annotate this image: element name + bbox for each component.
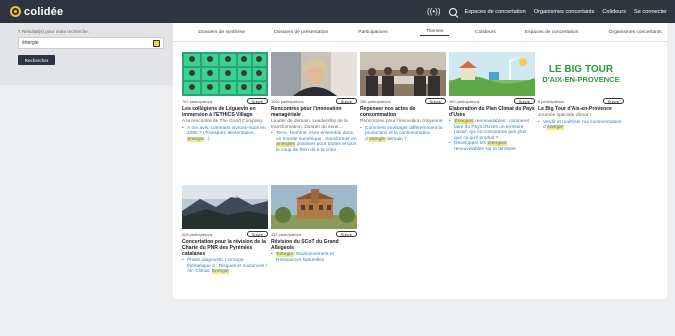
card-image-old-building [271, 185, 357, 229]
theme-card[interactable]: 286 participations Suivre Repenser nos ac… [360, 52, 446, 142]
tab-espaces[interactable]: Espaces de concertation [518, 30, 585, 35]
card-title[interactable]: Elaboration du Plan Climat du Pays d'Uzè… [449, 106, 535, 118]
search-value: énergie [22, 40, 39, 46]
theme-card[interactable]: 460 participations Suivre Elaboration du … [449, 52, 535, 153]
brand-name: colidée [24, 5, 64, 18]
broadcast-icon[interactable]: ((•)) [427, 7, 440, 16]
topic-link[interactable]: Énergies renouvelables : comment faire d… [449, 119, 535, 141]
tab-themes[interactable]: Themes [420, 29, 449, 36]
nav-colideurs[interactable]: Colideurs [602, 9, 626, 15]
search-highlight: Énergie [211, 269, 230, 275]
theme-card[interactable]: 608 participations Suivre Concertation po… [182, 185, 268, 275]
participation-count: 608 participations [182, 231, 213, 237]
follow-button[interactable]: Suivre [513, 98, 535, 104]
participation-count: 8 participations [538, 98, 565, 104]
search-highlight: énergies [487, 141, 507, 147]
top-bar: colidée ((•)) Espaces de concertation Or… [0, 0, 675, 23]
follow-button[interactable]: Suivre [424, 98, 446, 104]
search-highlight: énergie [546, 125, 564, 131]
nav-login[interactable]: Se connecter [634, 9, 667, 15]
topic-link[interactable]: Terre, Homme, vivre ensemble dans un mon… [271, 131, 357, 153]
follow-button[interactable]: Suivre [246, 98, 268, 104]
topic-link[interactable]: Verdir et maîtriser ma consommation d'én… [538, 120, 624, 131]
top-nav: ((•)) Espaces de concertation Organismes… [427, 7, 667, 16]
participation-count: 1060 participations [271, 98, 304, 104]
search-input[interactable]: énergie [18, 37, 164, 49]
participation-count: 332 participations [271, 231, 302, 237]
card-title[interactable]: Repenser nos actes de consommation [360, 106, 446, 118]
follow-button[interactable]: Suivre [335, 231, 357, 237]
nav-espaces[interactable]: Espaces de concertation [465, 9, 526, 15]
card-topics: Comment envisager différemment la produc… [360, 126, 446, 143]
search-highlight: Énergies [454, 119, 474, 124]
clear-search-icon[interactable] [153, 39, 160, 47]
card-topics: Phase diagnostic / Groupe thématique 3 :… [182, 258, 268, 275]
card-topics: Énergie, Environnement et Ressources Nat… [271, 252, 357, 263]
participation-count: 460 participations [449, 98, 480, 104]
card-subtitle: Journée spéciale climat ! [538, 113, 591, 118]
card-title[interactable]: Concertation pour la révision de la Char… [182, 239, 268, 257]
search-highlight: énergie [368, 136, 386, 142]
topic-link[interactable]: Phase diagnostic / Groupe thématique 3 :… [182, 258, 268, 275]
logo-icon [10, 6, 21, 17]
tab-colideurs[interactable]: Colideurs [471, 30, 500, 35]
participation-count: 286 participations [360, 98, 391, 104]
search-highlight: énergies [276, 142, 296, 148]
follow-button[interactable]: Suivre [335, 98, 357, 104]
card-image-meeting [360, 52, 446, 96]
nav-organismes[interactable]: Organismes concertants [534, 9, 595, 15]
follow-button[interactable]: Suivre [602, 98, 624, 104]
topic-link[interactable]: Comment envisager différemment la produc… [360, 126, 446, 143]
tab-dossiers-synthese[interactable]: Dossiers de synthèse [189, 30, 255, 35]
card-topics: Verdir et maîtriser ma consommation d'én… [538, 120, 624, 131]
tab-participations[interactable]: Participations [350, 30, 396, 35]
search-highlight: énergie [187, 136, 205, 142]
card-title[interactable]: Les collégiens de Léguevin en immersion … [182, 106, 268, 118]
card-title[interactable]: Rencontres pour l'innovation managériale [271, 106, 357, 118]
card-topics: Énergies renouvelables : comment faire d… [449, 119, 535, 153]
card-image-climate-illustration [449, 52, 535, 96]
topic-link[interactable]: Développer les énergies renouvelables su… [449, 141, 535, 152]
theme-card[interactable]: LE BIG TOUR D'AIX-EN-PROVENCE 8 particip… [538, 52, 624, 131]
tab-dossiers-presentation[interactable]: Dossiers de présentation [265, 30, 338, 35]
participation-count: 702 participations [182, 98, 213, 104]
page-footer-area [0, 299, 675, 336]
card-subtitle: Leader de demain, Leadership de la trans… [271, 119, 348, 130]
search-button[interactable]: Rechercher [18, 55, 55, 65]
search-panel: 7 Résultat(s) pour votre recherche : éne… [0, 23, 173, 85]
card-title[interactable]: Le Big Tour d'Aix-en-Provence [538, 106, 624, 112]
card-topics: Terre, Homme, vivre ensemble dans un mon… [271, 131, 357, 153]
card-title[interactable]: Révision du SCoT du Grand Albigeois [271, 239, 357, 251]
tab-organismes[interactable]: Organismes concertants [603, 30, 667, 35]
card-image-speaker [271, 52, 357, 96]
theme-card[interactable]: 702 participations Suivre Les collégiens … [182, 52, 268, 142]
results-panel: Dossiers de synthèse Dossiers de présent… [173, 23, 667, 299]
brand-logo[interactable]: colidée [10, 6, 63, 18]
search-icon[interactable] [448, 7, 457, 16]
card-topics: À ton avis, comment vivrons-nous en 2050… [182, 126, 268, 143]
topic-link[interactable]: Énergie, Environnement et Ressources Nat… [271, 252, 357, 263]
logo-line: D'AIX-EN-PROVENCE [542, 75, 620, 84]
follow-button[interactable]: Suivre [246, 231, 268, 237]
theme-card[interactable]: 1060 participations Suivre Rencontres pou… [271, 52, 357, 154]
card-image-big-tour-logo: LE BIG TOUR D'AIX-EN-PROVENCE [538, 52, 624, 96]
card-image-mountains [182, 185, 268, 229]
card-subtitle: A la rencontre de The Good Company [182, 119, 263, 124]
card-subtitle: Rencontres pour l'innovation citoyenne [360, 119, 443, 124]
topic-link[interactable]: À ton avis, comment vivrons-nous en 2050… [182, 126, 268, 143]
results-label: 7 Résultat(s) pour votre recherche : [18, 29, 91, 34]
theme-card[interactable]: 332 participations Suivre Révision du SCo… [271, 185, 357, 263]
card-image-webcam-grid [182, 52, 268, 96]
results-tabs: Dossiers de synthèse Dossiers de présent… [173, 23, 667, 42]
search-highlight: Énergie [276, 252, 294, 257]
logo-line: LE BIG TOUR [548, 64, 614, 75]
